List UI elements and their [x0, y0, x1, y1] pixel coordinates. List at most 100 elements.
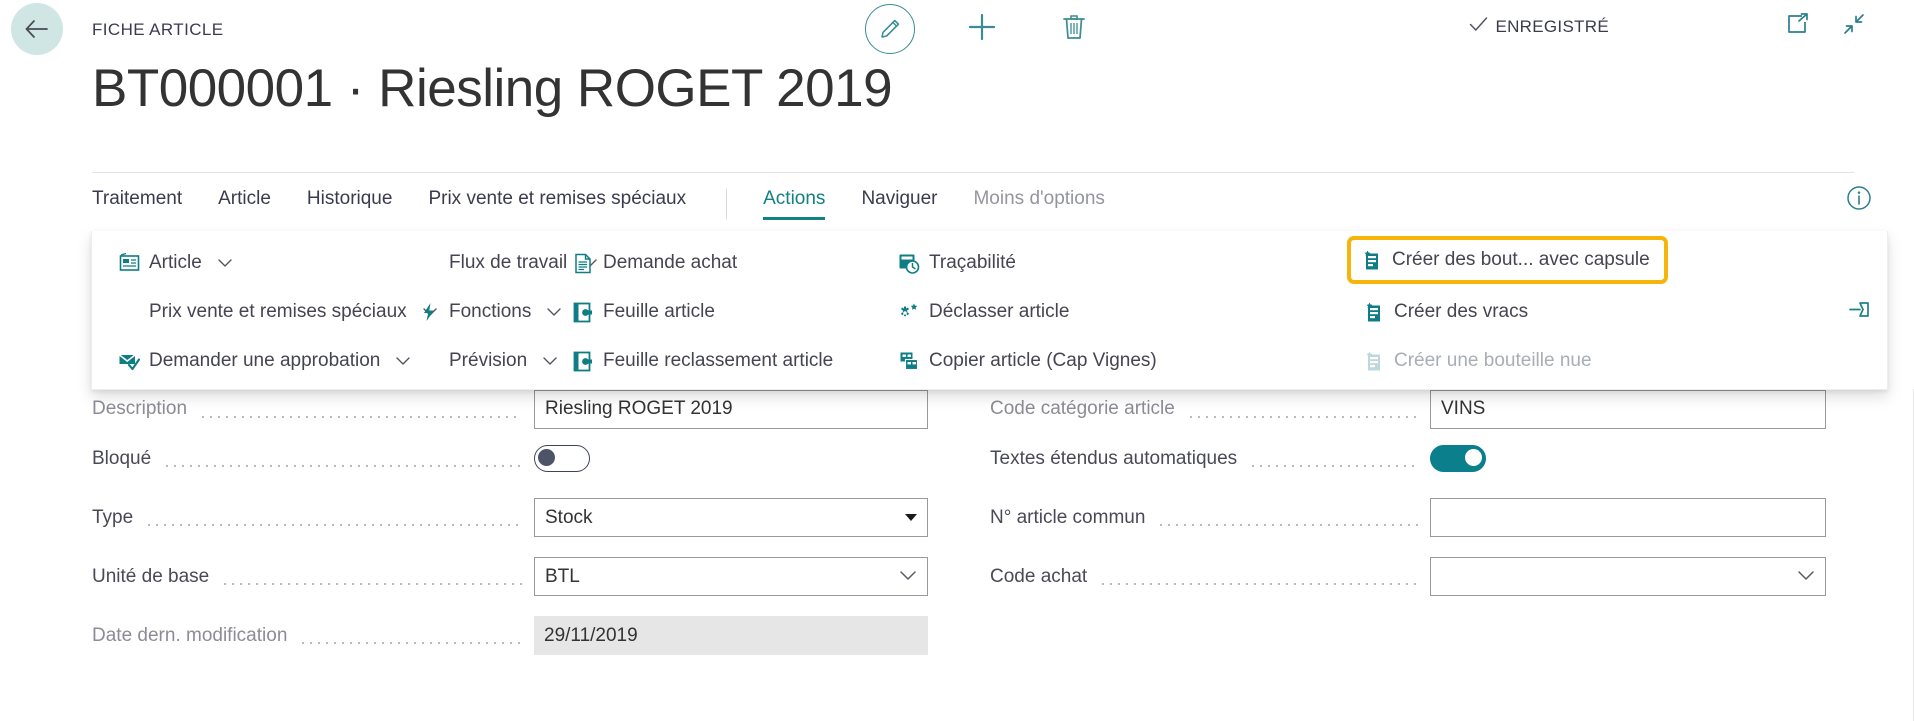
status-label: ENREGISTRÉ [1495, 16, 1609, 36]
chevron-down-icon [542, 355, 558, 367]
delete-button[interactable] [1049, 4, 1099, 54]
ribbon-item-feuille-article[interactable]: Feuille article [566, 294, 721, 330]
code-achat-input[interactable] [1430, 557, 1826, 596]
field-control [534, 445, 928, 472]
info-circle-icon [1847, 186, 1871, 210]
create-bottle-icon [1363, 301, 1385, 323]
open-in-new-window-button[interactable] [1786, 13, 1810, 40]
tab-list: Traitement Article Historique Prix vente… [92, 182, 1141, 226]
collapse-button[interactable] [1842, 12, 1866, 41]
field-control[interactable]: VINS [1430, 389, 1826, 429]
field-label: Unité de base [92, 565, 210, 587]
field-code-categorie-article: Code catégorie article VINS [990, 389, 1826, 429]
ribbon-item-label: Copier article (Cap Vignes) [929, 350, 1157, 371]
ribbon-item-label: Traçabilité [929, 252, 1016, 273]
copy-icon [898, 350, 920, 372]
label-dots [299, 626, 522, 645]
toggle-knob [538, 449, 555, 466]
ribbon-item-label: Créer une bouteille nue [1394, 350, 1592, 371]
label-dots [145, 508, 522, 527]
toggle-knob [1465, 449, 1482, 466]
ribbon-item-prix-vente-remises[interactable]: Prix vente et remises spéciaux [112, 294, 444, 330]
type-select[interactable]: Stock [534, 498, 928, 537]
field-label: Textes étendus automatiques [990, 447, 1238, 469]
tracking-clock-icon [898, 252, 920, 274]
ribbon-item-declasser-article[interactable]: Déclasser article [892, 294, 1075, 330]
pin-icon [1849, 302, 1869, 317]
journal-icon [572, 301, 594, 323]
tab-moins-options[interactable]: Moins d'options [973, 188, 1104, 220]
plus-icon [966, 11, 998, 48]
ribbon-item-label: Feuille article [603, 301, 715, 322]
article-card-icon [118, 252, 140, 274]
ribbon-item-article[interactable]: Article [112, 245, 239, 281]
field-unite-de-base: Unité de base BTL [92, 547, 928, 606]
ribbon-item-label: Créer des vracs [1394, 301, 1529, 322]
new-button[interactable] [957, 4, 1007, 54]
ribbon-item-demande-achat[interactable]: Demande achat [566, 245, 743, 281]
ribbon-item-creer-bouteilles-avec-capsule[interactable]: Créer des bout... avec capsule [1347, 236, 1668, 284]
field-control: Stock [534, 498, 928, 537]
field-label: Bloqué [92, 447, 152, 469]
field-type: Type Stock [92, 488, 928, 547]
tab-prix-vente[interactable]: Prix vente et remises spéciaux [428, 188, 686, 220]
ribbon-item-fonctions[interactable]: Fonctions [412, 294, 568, 330]
chevron-down-icon [217, 257, 233, 269]
tab-bar-divider [92, 172, 1854, 173]
ribbon-item-label: Demander une approbation [149, 350, 381, 371]
trash-icon [1061, 13, 1087, 46]
pin-ribbon-button[interactable] [1847, 299, 1873, 326]
tab-separator [726, 189, 728, 219]
field-code-achat: Code achat [990, 547, 1826, 606]
field-control [1430, 557, 1826, 596]
ribbon-item-demander-approbation[interactable]: Demander une approbation [112, 343, 417, 379]
edit-button[interactable] [865, 4, 915, 54]
label-dots [1186, 399, 1418, 419]
ribbon-item-prevision[interactable]: Prévision [412, 343, 564, 379]
field-control [1430, 498, 1826, 537]
unite-de-base-input[interactable]: BTL [534, 557, 928, 596]
journal-icon [572, 350, 594, 372]
ribbon-item-creer-des-vracs[interactable]: Créer des vracs [1357, 294, 1534, 330]
collapse-arrows-icon [1842, 12, 1866, 41]
label-dots [1249, 449, 1418, 468]
ribbon-item-feuille-reclassement-article[interactable]: Feuille reclassement article [566, 343, 839, 379]
field-label: Type [92, 506, 134, 528]
tab-article[interactable]: Article [218, 188, 271, 220]
field-control [1430, 445, 1826, 472]
field-date-derniere-modification: Date dern. modification 29/11/2019 [92, 606, 928, 665]
field-label: N° article commun [990, 506, 1146, 528]
label-dots [1099, 567, 1418, 586]
ribbon-item-label: Flux de travail [449, 252, 568, 273]
breadcrumb[interactable]: FICHE ARTICLE [92, 20, 223, 40]
textes-etendus-toggle[interactable] [1430, 445, 1486, 472]
code-categorie-article-input[interactable]: VINS [1430, 389, 1826, 429]
field-control: BTL [534, 557, 928, 596]
field-numero-article-commun: N° article commun [990, 488, 1826, 547]
numero-article-commun-input[interactable] [1430, 498, 1826, 537]
ribbon-item-tracabilite[interactable]: Traçabilité [892, 245, 1022, 281]
field-control: 29/11/2019 [534, 616, 928, 655]
status-badge: ENREGISTRÉ [1469, 16, 1609, 37]
document-lines-icon [572, 252, 594, 274]
description-input[interactable]: Riesling ROGET 2019 [534, 389, 928, 429]
field-label: Date dern. modification [92, 624, 288, 646]
window-controls [1786, 12, 1866, 41]
field-control[interactable]: Riesling ROGET 2019 [534, 389, 928, 429]
field-label: Description [92, 398, 188, 419]
tab-actions[interactable]: Actions [763, 188, 826, 220]
create-bottle-icon [1361, 249, 1383, 271]
tab-historique[interactable]: Historique [307, 188, 393, 220]
tab-naviguer[interactable]: Naviguer [861, 188, 937, 220]
tab-traitement[interactable]: Traitement [92, 188, 182, 220]
back-arrow-icon [24, 19, 50, 39]
lightning-icon [418, 301, 440, 323]
info-button[interactable] [1846, 185, 1872, 216]
field-textes-etendus-automatiques: Textes étendus automatiques [990, 429, 1826, 488]
back-button[interactable] [11, 3, 63, 55]
field-bloque: Bloqué [92, 429, 928, 488]
pencil-icon [865, 4, 915, 54]
bloque-toggle[interactable] [534, 445, 590, 472]
tab-bar: Traitement Article Historique Prix vente… [0, 172, 1914, 228]
ribbon-item-copier-article[interactable]: Copier article (Cap Vignes) [892, 343, 1163, 379]
